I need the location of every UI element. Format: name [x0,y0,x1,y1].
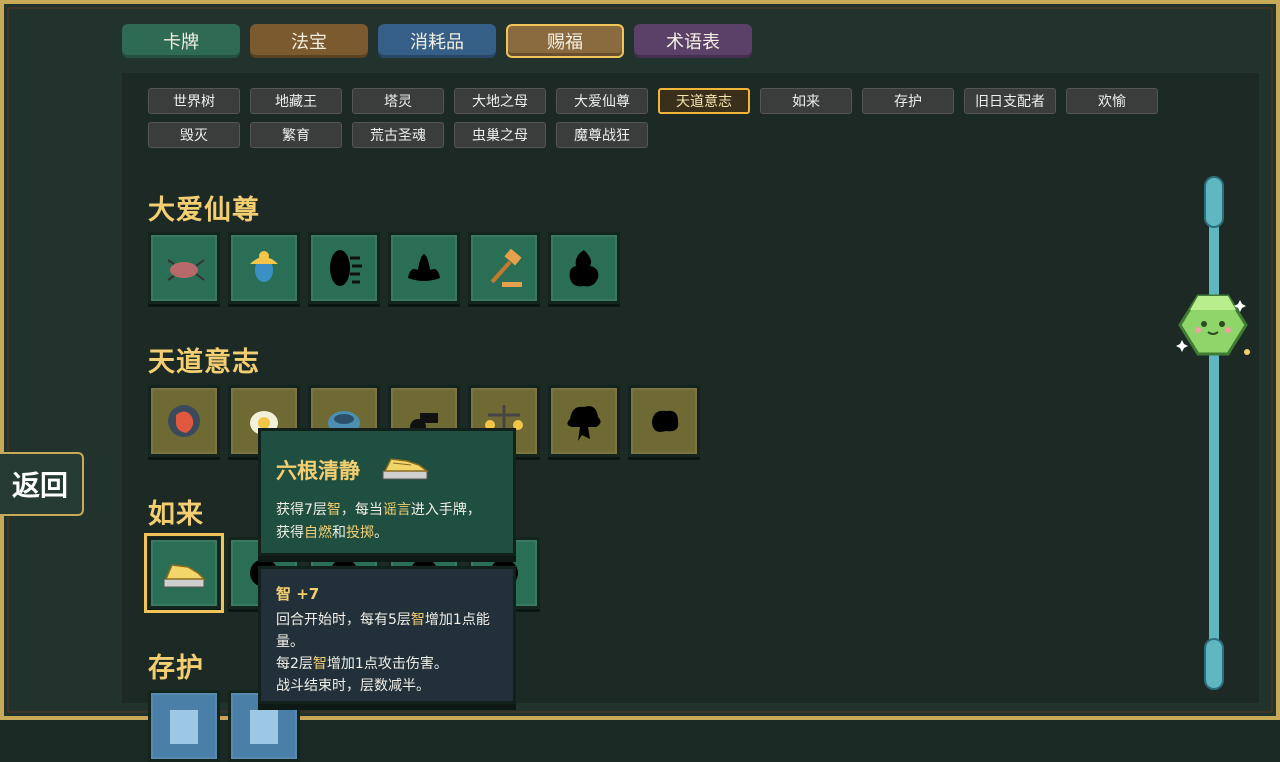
keyword-title: 智 +7 [276,585,320,603]
tab-3[interactable]: 赐福 [506,24,624,58]
subtab-10[interactable]: 毁灭 [148,122,240,148]
subtab-8[interactable]: 旧日支配者 [964,88,1056,114]
scrollbar-top-cap [1204,176,1224,228]
blessing-card[interactable] [388,232,460,304]
section-title: 天道意志 [148,347,260,378]
subtab-4[interactable]: 大爱仙尊 [556,88,648,114]
silhouette-splat-icon [652,410,679,432]
keyword-line2: 量。 [276,634,304,650]
blessing-card[interactable] [148,690,220,762]
subtab-12[interactable]: 荒古圣魂 [352,122,444,148]
silhouette-explosion-icon [567,406,601,441]
subtab-1[interactable]: 地藏王 [250,88,342,114]
subtab-6[interactable]: 如来 [760,88,852,114]
golden-shoe-icon [163,564,206,588]
main-tabs: 卡牌 法宝 消耗品 赐福 术语表 [122,24,752,58]
card-icon [250,710,278,744]
tooltip-title: 六根清静 [276,459,360,483]
scarab-icon [250,251,278,282]
blessing-subtabs: 世界树 地藏王 塔灵 大地之母 大爱仙尊 天道意志 如来 存护 旧日支配者 欢愉毁灭 繁育 荒古圣魂虫… [148,88,1158,148]
card-icon [170,710,198,744]
gavel-icon [490,248,522,287]
blessing-card[interactable] [148,232,220,304]
blessing-row [148,232,620,304]
subtab-5[interactable]: 天道意志 [658,88,750,114]
scrollbar-track[interactable] [1209,180,1219,685]
subtab-13[interactable]: 虫巢之母 [454,122,546,148]
section-title: 大爱仙尊 [148,195,260,226]
tab-1[interactable]: 法宝 [250,24,368,58]
blessing-tooltip: 六根清静 获得7层智，每当谣言进入手牌， 获得自燃和投掷。 [258,428,516,556]
back-button[interactable]: 返回 [0,452,84,516]
tab-4[interactable]: 术语表 [634,24,752,58]
golden-shoe-icon [382,458,429,480]
blessing-card[interactable] [548,385,620,457]
keyword-line4: 战斗结束时，层数减半。 [276,678,430,694]
blessing-card[interactable] [144,533,224,613]
tab-0[interactable]: 卡牌 [122,24,240,58]
subtab-2[interactable]: 塔灵 [352,88,444,114]
keyword-line3: 每2层智增加1点攻击伤害。 [276,656,448,672]
blessing-card[interactable] [308,232,380,304]
beetle-icon [167,259,205,281]
tooltip-body-line2: 获得自燃和投掷。 [276,525,388,541]
subtab-11[interactable]: 繁育 [250,122,342,148]
silhouette-flame-icon [569,250,599,287]
blessing-card[interactable] [148,385,220,457]
fish-icon [168,405,200,437]
subtab-14[interactable]: 魔尊战狂 [556,122,648,148]
blessing-card[interactable] [468,232,540,304]
blessing-card[interactable] [628,385,700,457]
blessing-card[interactable] [548,232,620,304]
blessing-card[interactable] [228,232,300,304]
subtab-0[interactable]: 世界树 [148,88,240,114]
scrollbar-bottom-cap [1204,638,1224,690]
silhouette-lotus-icon [408,254,440,281]
section-title: 存护 [148,653,204,684]
section-title: 如来 [148,499,204,530]
tab-2[interactable]: 消耗品 [378,24,496,58]
keyword-line1: 回合开始时，每有5层智增加1点能 [276,612,490,628]
scroll-thumb-gem-icon[interactable] [1174,290,1252,360]
tooltip-body-line1: 获得7层智，每当谣言进入手牌， [276,502,481,518]
subtab-3[interactable]: 大地之母 [454,88,546,114]
keyword-tooltip: 智 +7 回合开始时，每有5层智增加1点能 量。 每2层智增加1点攻击伤害。 战… [258,566,516,704]
subtab-9[interactable]: 欢愉 [1066,88,1158,114]
subtab-7[interactable]: 存护 [862,88,954,114]
dark-portal-icon [330,250,362,286]
